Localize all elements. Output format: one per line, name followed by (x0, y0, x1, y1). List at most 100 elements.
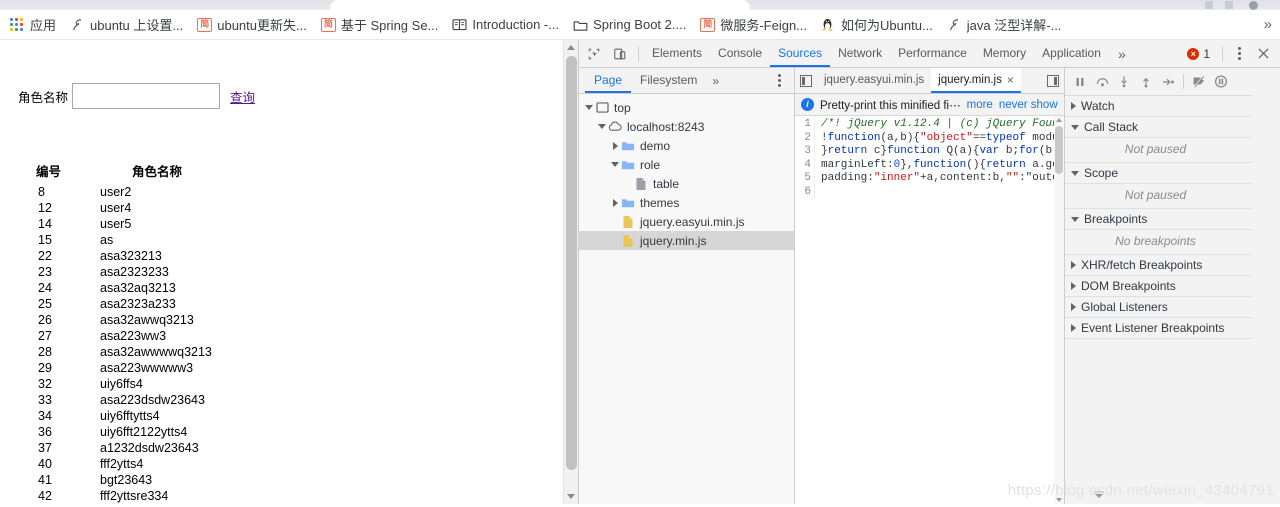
debugger-section-header-scope[interactable]: Scope (1065, 163, 1252, 184)
devtools-tab-sources[interactable]: Sources (770, 40, 830, 67)
devtools-more-options-icon[interactable] (1230, 44, 1248, 64)
inspect-cursor-icon[interactable] (581, 41, 607, 67)
twisty-expanded-icon[interactable] (596, 121, 608, 133)
bookmark-item-4[interactable]: Introduction -... (446, 14, 565, 35)
table-row[interactable]: 41 bgt23643 (0, 472, 330, 488)
devtools-tab-performance[interactable]: Performance (890, 40, 975, 67)
query-link[interactable]: 查询 (230, 87, 255, 106)
twisty-expanded-icon[interactable] (1071, 170, 1079, 176)
file-tree-node-jquery-easyui-min-js[interactable]: jquery.easyui.min.js (579, 212, 794, 231)
navigator-more-tabs-icon[interactable]: » (706, 74, 725, 88)
table-row[interactable]: 25 asa2323a233 (0, 296, 330, 312)
code-scrollbar-thumb[interactable] (1055, 126, 1063, 174)
devtools-tab-elements[interactable]: Elements (644, 40, 710, 67)
line-number[interactable]: 2 (795, 132, 811, 146)
code-scroll-down-icon[interactable] (1056, 498, 1062, 502)
next-tab-icon[interactable] (1042, 68, 1064, 93)
device-toolbar-icon[interactable] (607, 41, 633, 67)
more-panels-icon[interactable]: » (1109, 41, 1135, 67)
devtools-tab-memory[interactable]: Memory (975, 40, 1034, 67)
navigator-tab-page[interactable]: Page (585, 68, 631, 93)
error-count-badge[interactable]: × 1 (1182, 47, 1215, 61)
bookmark-item-1[interactable]: ubuntu 上设置... (64, 12, 189, 37)
role-name-input[interactable] (72, 83, 221, 109)
table-row[interactable]: 27 asa223ww3 (0, 328, 330, 344)
table-row[interactable]: 14 user5 (0, 216, 330, 232)
devtools-tab-application[interactable]: Application (1034, 40, 1109, 67)
table-row[interactable]: 37 a1232dsdw23643 (0, 440, 330, 456)
close-devtools-icon[interactable] (1250, 41, 1276, 67)
table-row[interactable]: 33 asa223dsdw23643 (0, 392, 330, 408)
table-row[interactable]: 15 as (0, 232, 330, 248)
editor-tab-jquery-easyui-min-js[interactable]: jquery.easyui.min.js (817, 68, 931, 93)
debugger-section-header-breakpoints[interactable]: Breakpoints (1065, 209, 1252, 230)
twisty-collapsed-icon[interactable] (609, 197, 621, 209)
active-tab[interactable] (330, 0, 750, 10)
code-scrollbar[interactable] (1054, 116, 1064, 504)
table-row[interactable]: 12 user4 (0, 200, 330, 216)
devtools-tab-network[interactable]: Network (830, 40, 890, 67)
debugger-section-header-call-stack[interactable]: Call Stack (1065, 117, 1252, 138)
file-tree-node-role[interactable]: role (579, 155, 794, 174)
twisty-collapsed-icon[interactable] (1071, 261, 1076, 269)
line-number[interactable]: 6 (795, 186, 811, 200)
table-row[interactable]: 42 fff2yttsre334 (0, 488, 330, 504)
minimize-button[interactable] (1205, 1, 1213, 9)
file-tree-node-top[interactable]: top (579, 98, 794, 117)
file-tree-node-demo[interactable]: demo (579, 136, 794, 155)
table-row[interactable]: 28 asa32awwwwq3213 (0, 344, 330, 360)
twisty-expanded-icon[interactable] (1071, 124, 1079, 130)
table-row[interactable]: 40 fff2ytts4 (0, 456, 330, 472)
twisty-collapsed-icon[interactable] (1071, 324, 1076, 332)
line-number[interactable]: 4 (795, 159, 811, 173)
twisty-expanded-icon[interactable] (609, 159, 621, 171)
bookmark-item-7[interactable]: 如何为Ubuntu... (815, 12, 939, 37)
bookmark-item-3[interactable]: 简基于 Spring Se... (315, 12, 445, 37)
bookmark-item-8[interactable]: java 泛型详解-... (941, 12, 1068, 37)
file-tree-node-jquery-min-js[interactable]: jquery.min.js (579, 231, 794, 250)
code-scroll-up-icon[interactable] (1056, 118, 1062, 122)
bookmark-item-0[interactable]: 应用 (4, 12, 62, 37)
code-viewer[interactable]: 123456 /*! jQuery v1.12.4 | (c) jQuery F… (795, 116, 1064, 504)
debugger-section-header-dom-breakpoints[interactable]: DOM Breakpoints (1065, 276, 1252, 297)
bookmark-item-5[interactable]: Spring Boot 2.... (567, 14, 692, 35)
step-over-icon[interactable] (1091, 70, 1113, 94)
step-icon[interactable] (1157, 70, 1179, 94)
twisty-collapsed-icon[interactable] (1071, 102, 1076, 110)
step-into-icon[interactable] (1113, 70, 1135, 94)
resume-pause-icon[interactable] (1069, 70, 1091, 94)
bookmarks-overflow-icon[interactable]: » (1260, 16, 1276, 33)
scroll-up-arrow-icon[interactable] (567, 45, 575, 50)
pretty-print-more-link[interactable]: more (967, 99, 993, 111)
navigator-tab-filesystem[interactable]: Filesystem (631, 68, 706, 93)
twisty-expanded-icon[interactable] (1071, 216, 1079, 222)
table-row[interactable]: 8 user2 (0, 184, 330, 200)
table-row[interactable]: 29 asa223wwwww3 (0, 360, 330, 376)
scroll-down-arrow-icon[interactable] (567, 494, 575, 499)
file-tree-node-table[interactable]: table (579, 174, 794, 193)
navigator-more-options-icon[interactable] (770, 71, 788, 91)
previous-tab-icon[interactable] (795, 68, 817, 93)
debugger-section-header-event-listener-breakpoints[interactable]: Event Listener Breakpoints (1065, 318, 1252, 339)
debugger-section-header-xhr-fetch-breakpoints[interactable]: XHR/fetch Breakpoints (1065, 255, 1252, 276)
devtools-tab-console[interactable]: Console (710, 40, 770, 67)
table-row[interactable]: 24 asa32aq3213 (0, 280, 330, 296)
page-scrollbar[interactable] (563, 40, 578, 504)
twisty-expanded-icon[interactable] (583, 102, 595, 114)
debugger-section-header-watch[interactable]: Watch (1065, 96, 1252, 117)
table-row[interactable]: 22 asa323213 (0, 248, 330, 264)
pretty-print-never-show-link[interactable]: never show (999, 99, 1058, 111)
debugger-section-header-global-listeners[interactable]: Global Listeners (1065, 297, 1252, 318)
profile-avatar[interactable] (1249, 1, 1258, 10)
file-tree-node-localhost-8243[interactable]: localhost:8243 (579, 117, 794, 136)
deactivate-breakpoints-icon[interactable] (1188, 70, 1210, 94)
table-row[interactable]: 32 uiy6ffs4 (0, 376, 330, 392)
bookmark-item-2[interactable]: 简 ubuntu更新失... (191, 12, 313, 37)
twisty-collapsed-icon[interactable] (609, 140, 621, 152)
table-row[interactable]: 36 uiy6fft2122ytts4 (0, 424, 330, 440)
twisty-collapsed-icon[interactable] (1071, 303, 1076, 311)
table-row[interactable]: 26 asa32awwq3213 (0, 312, 330, 328)
file-tree-node-themes[interactable]: themes (579, 193, 794, 212)
step-out-icon[interactable] (1135, 70, 1157, 94)
resize-grip-icon[interactable] (1092, 490, 1106, 504)
